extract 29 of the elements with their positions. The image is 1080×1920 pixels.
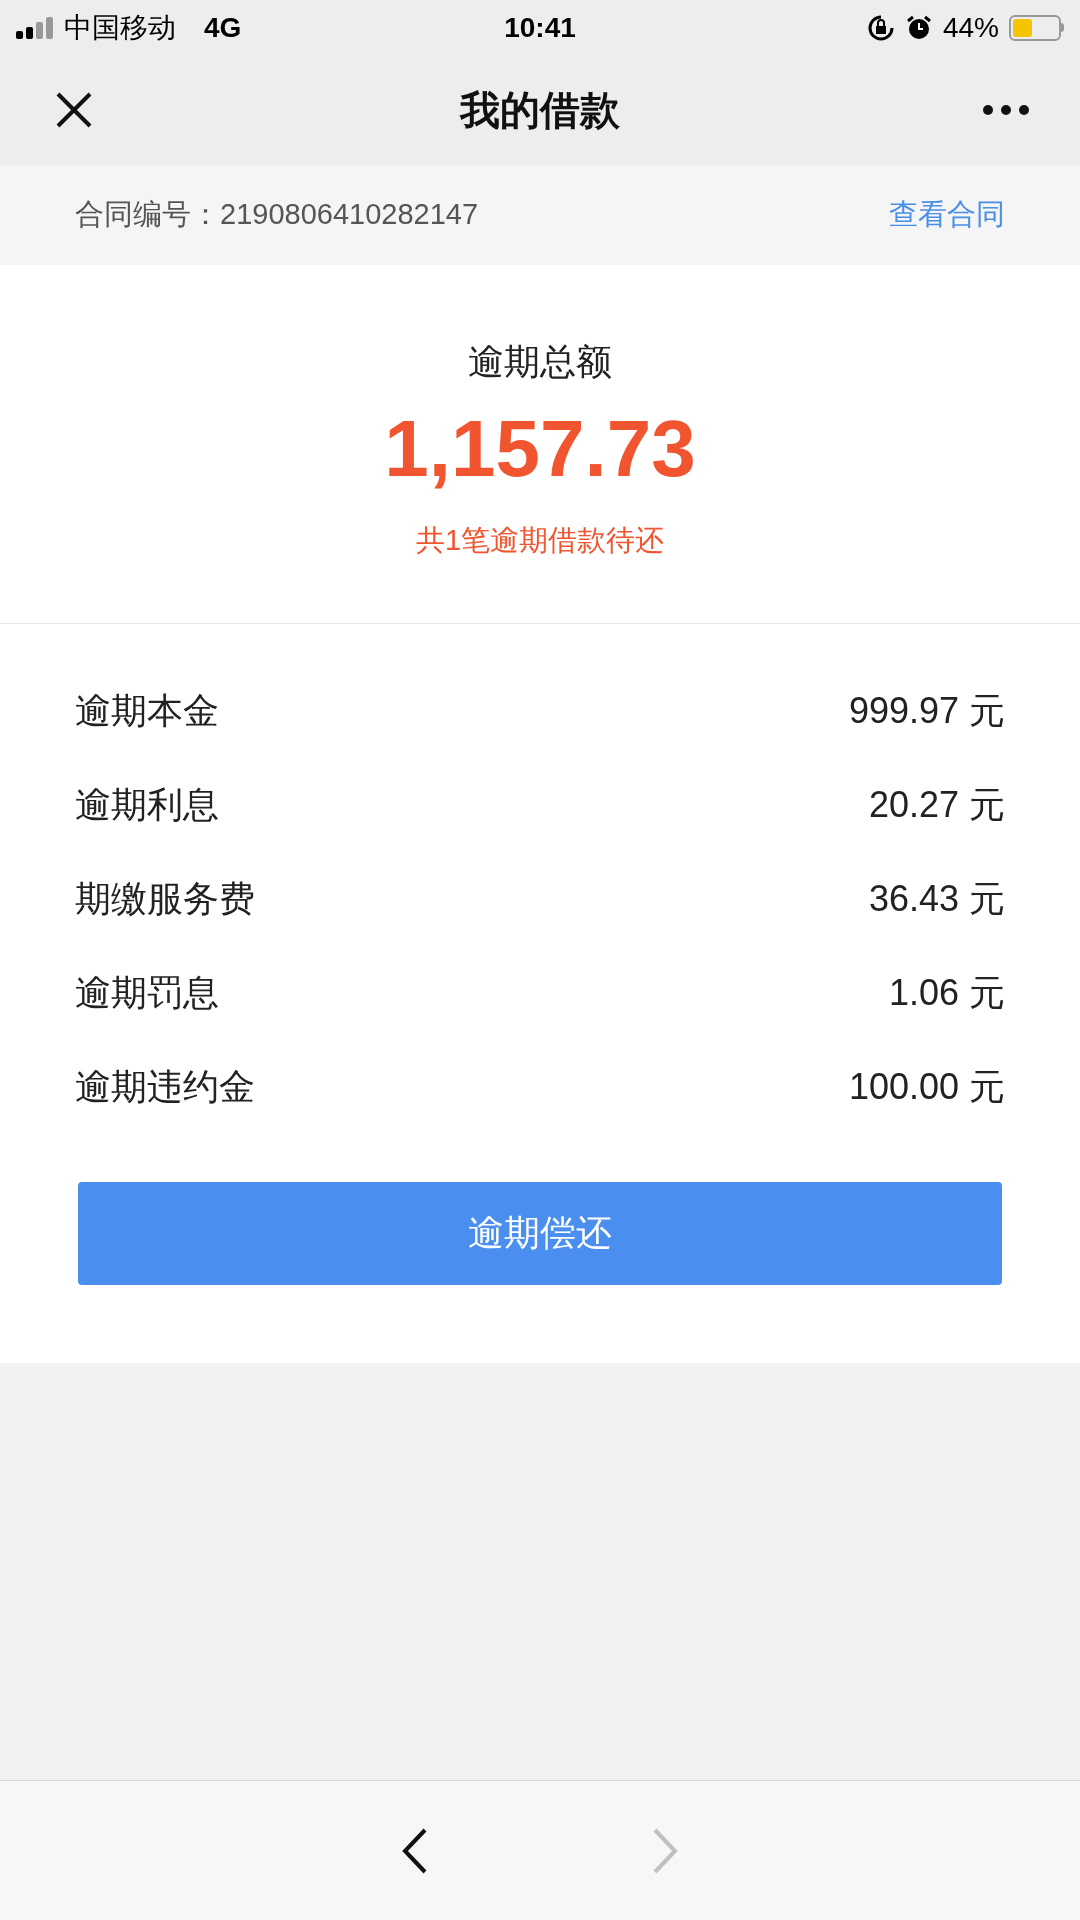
fee-value: 999.97 元 — [848, 688, 1005, 733]
repay-button[interactable]: 逾期偿还 — [78, 1181, 1002, 1285]
fee-label: 期缴服务费 — [75, 876, 255, 921]
chevron-right-icon — [652, 1827, 678, 1874]
more-icon — [982, 104, 1030, 116]
fee-value: 1.06 元 — [888, 970, 1005, 1015]
carrier-name: 中国移动 — [64, 10, 176, 45]
fee-label: 逾期利息 — [75, 782, 219, 827]
status-time: 10:41 — [504, 10, 576, 45]
overdue-note: 共1笔逾期借款待还 — [415, 523, 665, 558]
page-title: 我的借款 — [458, 87, 621, 134]
fee-value: 100.00 元 — [848, 1064, 1005, 1109]
contract-number: 合同编号：2190806410282147 — [75, 197, 479, 233]
overdue-total-amount: 1,157.73 — [384, 409, 696, 489]
overdue-total-label: 逾期总额 — [468, 340, 612, 384]
battery-icon — [1009, 14, 1064, 41]
fee-label: 逾期违约金 — [75, 1064, 255, 1109]
chevron-left-icon — [402, 1827, 428, 1874]
fee-label: 逾期罚息 — [75, 970, 219, 1015]
battery-percent: 44% — [942, 10, 999, 45]
rotation-lock-icon — [866, 13, 895, 42]
signal-icon — [16, 16, 56, 39]
view-contract-link[interactable]: 查看合同 — [889, 193, 1005, 237]
fee-label: 逾期本金 — [75, 688, 219, 733]
network-type: 4G — [204, 10, 242, 45]
fee-value: 36.43 元 — [868, 876, 1005, 921]
alarm-icon — [904, 13, 933, 42]
fee-value: 20.27 元 — [868, 782, 1005, 827]
close-icon — [54, 90, 94, 130]
